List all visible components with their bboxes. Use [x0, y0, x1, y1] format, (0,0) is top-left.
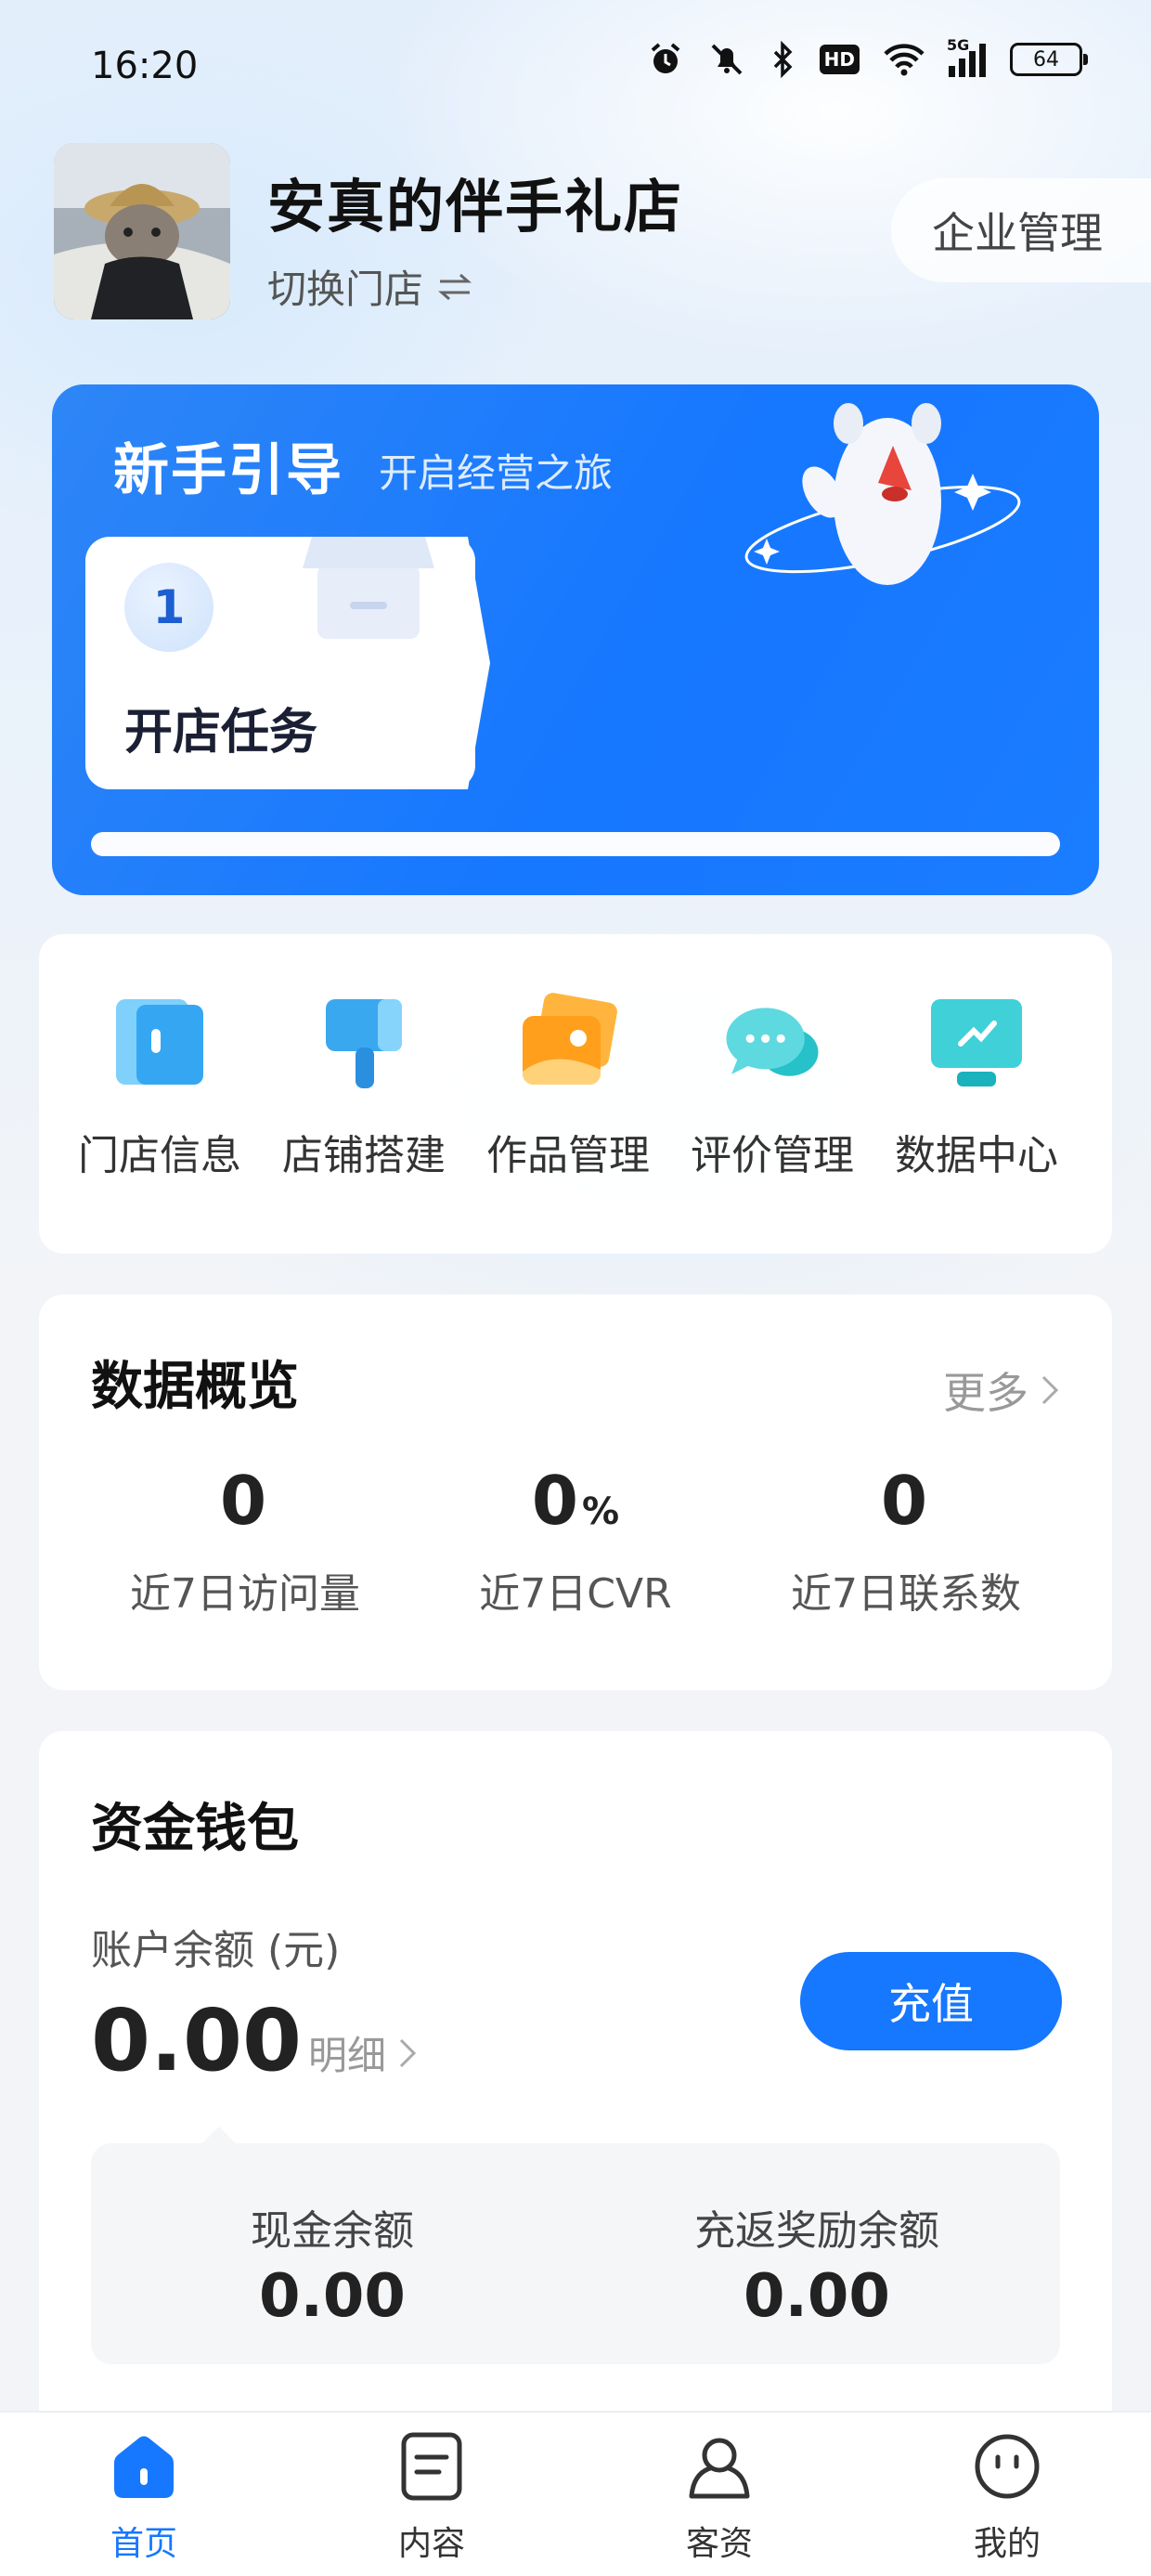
profile-face-icon — [970, 2429, 1044, 2504]
menu-label: 评价管理 — [691, 1132, 854, 1179]
reward-balance: 充返奖励余额 0.00 — [622, 2197, 1012, 2331]
stat-label: 近7日访问量 — [130, 1570, 360, 1618]
more-label: 更多 — [943, 1368, 1028, 1418]
paint-brush-icon — [313, 992, 415, 1094]
shop-name: 安真的伴手礼店 — [267, 173, 684, 241]
enterprise-manage-button[interactable]: 企业管理 — [891, 178, 1151, 282]
wallet-card: 资金钱包 账户余额 (元) 0.00 明细 充值 现金余额 0.00 充返奖励余… — [39, 1731, 1112, 2418]
switch-shop-label: 切换门店 — [267, 267, 424, 312]
monitor-chart-icon — [925, 992, 1028, 1094]
store-info-icon — [109, 992, 211, 1094]
menu-label: 作品管理 — [486, 1132, 650, 1179]
stat-value: 0 — [880, 1462, 928, 1540]
menu-item-data-center[interactable]: 数据中心 — [874, 992, 1079, 1181]
tab-label: 客资 — [685, 2525, 753, 2563]
stat-label: 近7日CVR — [479, 1570, 672, 1618]
data-overview-title: 数据概览 — [91, 1357, 299, 1417]
chat-bubbles-icon — [721, 992, 823, 1094]
cash-balance-label: 现金余额 — [251, 2207, 414, 2255]
home-icon — [107, 2429, 181, 2504]
stat-value: 0 — [219, 1462, 267, 1540]
battery-icon: 64 — [1010, 43, 1088, 76]
battery-level: 64 — [1033, 47, 1059, 72]
cash-balance-value: 0.00 — [259, 2262, 406, 2331]
wifi-icon — [884, 44, 925, 76]
stat-contacts[interactable]: 0 近7日联系数 — [730, 1462, 1082, 1620]
swap-arrows-icon — [438, 273, 472, 300]
cash-balance: 现金余额 0.00 — [137, 2197, 527, 2331]
stat-visits[interactable]: 0 近7日访问量 — [69, 1462, 421, 1620]
status-time: 16:20 — [91, 45, 199, 87]
document-icon — [394, 2429, 469, 2504]
data-overview-card: 数据概览 更多 0 近7日访问量 0% 近7日CVR 0 近7日联系数 — [39, 1295, 1112, 1690]
cat-photo — [54, 143, 230, 319]
menu-item-store-info[interactable]: 门店信息 — [58, 992, 262, 1181]
menu-item-reviews[interactable]: 评价管理 — [670, 992, 874, 1181]
alarm-icon — [651, 43, 679, 73]
balance-value: 0.00 — [91, 1991, 302, 2090]
detail-label: 明细 — [308, 2033, 387, 2078]
bluetooth-icon — [773, 41, 793, 78]
status-icons: HD 5G 64 — [647, 36, 1088, 78]
tab-label: 首页 — [110, 2525, 177, 2563]
stat-cvr[interactable]: 0% 近7日CVR — [399, 1462, 752, 1620]
task-number-badge: 1 — [124, 563, 213, 652]
chevron-right-icon — [399, 2038, 417, 2067]
tab-customers[interactable]: 客资 — [627, 2429, 812, 2565]
tab-home[interactable]: 首页 — [51, 2429, 237, 2565]
menu-item-shop-build[interactable]: 店铺搭建 — [262, 992, 466, 1181]
tab-label: 内容 — [397, 2525, 465, 2563]
store-decoration-icon — [303, 537, 434, 639]
avatar[interactable] — [54, 143, 230, 319]
balance-label: 账户余额 (元) — [91, 1927, 341, 1974]
signal-icon: 5G — [947, 36, 986, 77]
guide-progress-bar — [91, 832, 1060, 856]
guide-title: 新手引导 — [113, 438, 343, 503]
data-more-link[interactable]: 更多 — [943, 1360, 1060, 1421]
wallet-title: 资金钱包 — [91, 1799, 299, 1859]
menu-label: 店铺搭建 — [282, 1132, 446, 1179]
signal-5g-label: 5G — [947, 36, 970, 54]
balance-detail-link[interactable]: 明细 — [308, 2024, 418, 2081]
open-store-task-card[interactable]: 1 开店任务 — [85, 537, 475, 789]
bottom-tab-bar: 首页 内容 客资 我的 — [0, 2411, 1151, 2576]
tab-label: 我的 — [973, 2525, 1041, 2563]
task-label: 开店任务 — [124, 705, 318, 761]
quick-menu: 门店信息 店铺搭建 作品管理 评价管理 数据中心 — [39, 934, 1112, 1254]
menu-label: 数据中心 — [895, 1132, 1058, 1179]
switch-shop-link[interactable]: 切换门店 — [267, 258, 473, 315]
reward-balance-value: 0.00 — [744, 2262, 890, 2331]
stat-value: 0% — [531, 1462, 620, 1540]
guide-subtitle: 开启经营之旅 — [379, 450, 614, 496]
newbie-guide-card[interactable]: 新手引导 开启经营之旅 1 开店任务 — [52, 384, 1099, 895]
photo-cards-icon — [517, 992, 619, 1094]
customer-icon — [682, 2429, 757, 2504]
hd-icon: HD — [819, 45, 860, 74]
stat-label: 近7日联系数 — [791, 1570, 1021, 1618]
reward-balance-label: 充返奖励余额 — [694, 2207, 939, 2255]
menu-label: 门店信息 — [78, 1132, 241, 1179]
menu-item-works[interactable]: 作品管理 — [466, 992, 670, 1181]
rhino-mascot-icon — [744, 403, 1021, 585]
recharge-button[interactable]: 充值 — [800, 1952, 1062, 2050]
chevron-right-icon — [1041, 1375, 1059, 1405]
balance-breakdown: 现金余额 0.00 充返奖励余额 0.00 — [91, 2127, 1060, 2364]
tab-content[interactable]: 内容 — [339, 2429, 524, 2565]
tab-mine[interactable]: 我的 — [914, 2429, 1100, 2565]
mute-icon — [711, 44, 743, 75]
